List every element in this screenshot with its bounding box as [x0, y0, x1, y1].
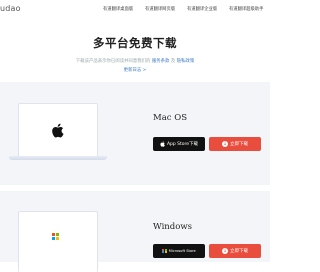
nav-item-web[interactable]: 有道翻译网页版	[145, 6, 175, 12]
mac-download-label: 立即下载	[230, 142, 248, 147]
service-terms-link[interactable]: 服务条款	[152, 59, 170, 64]
app-store-button[interactable]: App Store下载	[153, 137, 205, 151]
windows-download-label: 立即下载	[230, 249, 248, 254]
top-nav: udao 有道翻译桌面版 有道翻译网页版 有道翻译企业版 有道翻译超级助手	[0, 0, 270, 18]
nav-item-enterprise[interactable]: 有道翻译企业版	[187, 6, 217, 12]
mac-download-button[interactable]: ↓ 立即下载	[209, 137, 261, 151]
apple-icon	[52, 123, 64, 138]
mac-laptop-screen	[18, 103, 98, 157]
subtitle-text: 下载该产品表示你已阅读并同意我们的	[75, 59, 151, 64]
microsoft-logo-icon	[162, 248, 167, 254]
microsoft-store-label: Microsoft Store	[168, 249, 196, 253]
app-store-label: App Store下载	[166, 142, 199, 147]
windows-laptop-screen	[18, 211, 98, 272]
apple-icon	[160, 141, 165, 147]
windows-download-button[interactable]: ↓ 立即下载	[209, 244, 261, 258]
page-title: 多平台免费下载	[93, 36, 177, 50]
nav-item-desktop[interactable]: 有道翻译桌面版	[103, 6, 133, 12]
mac-section: Mac OS App Store下载 ↓ 立即下载	[0, 82, 270, 185]
and-text: 及	[170, 59, 176, 64]
nav-item-assistant[interactable]: 有道翻译超级助手	[229, 6, 263, 12]
update-log-link[interactable]: 更新日志 >	[0, 67, 270, 73]
download-icon: ↓	[222, 141, 228, 147]
windows-icon	[52, 233, 59, 240]
windows-title: Windows	[153, 222, 192, 232]
windows-section: Windows Microsoft Store ↓ 立即下载	[0, 191, 270, 272]
mac-os-title: Mac OS	[153, 113, 188, 123]
privacy-policy-link[interactable]: 隐私政策	[177, 59, 195, 64]
microsoft-store-button[interactable]: Microsoft Store	[153, 244, 205, 258]
hero-subtitle: 下载该产品表示你已阅读并同意我们的 服务条款 及 隐私政策	[0, 58, 270, 64]
download-icon: ↓	[222, 248, 228, 254]
mac-laptop-base	[9, 156, 107, 160]
logo[interactable]: udao	[0, 4, 21, 13]
